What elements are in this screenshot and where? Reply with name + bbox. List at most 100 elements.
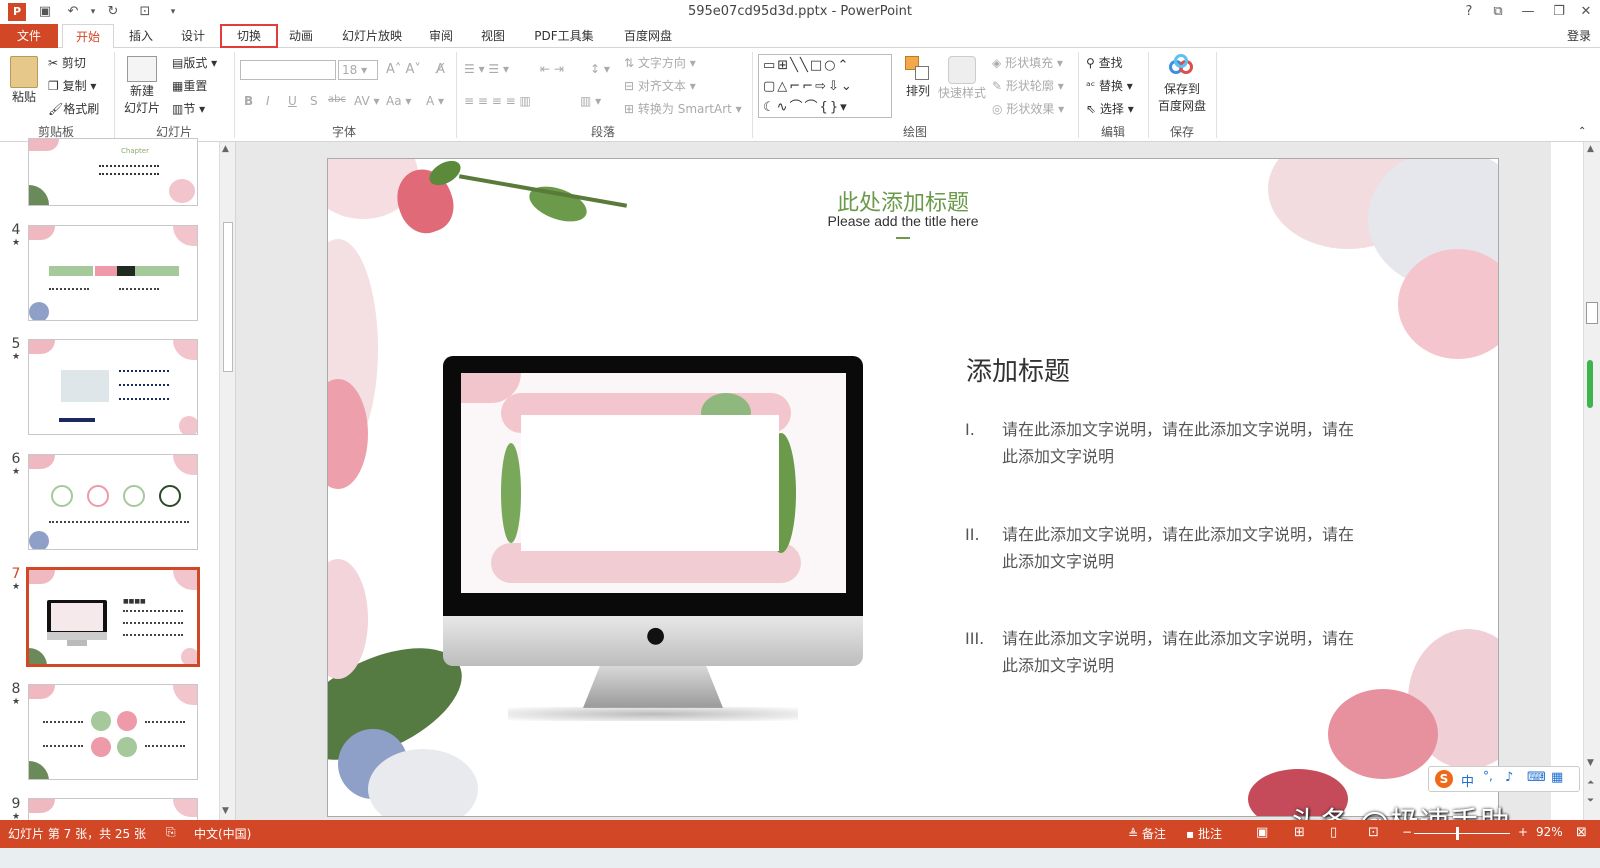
punctuation-icon[interactable]: °, bbox=[1483, 769, 1493, 783]
notes-button[interactable]: ≜ 备注 bbox=[1128, 825, 1166, 842]
spelling-icon[interactable]: ⎘ bbox=[166, 825, 176, 840]
select-button[interactable]: ⇖ 选择 ▾ bbox=[1086, 100, 1134, 117]
login-link[interactable]: 登录 bbox=[1560, 24, 1598, 48]
slide-title-en[interactable]: Please add the title here bbox=[328, 213, 1478, 229]
clear-format-icon[interactable]: A̸ bbox=[436, 62, 445, 77]
reset-button[interactable]: ▦重置 bbox=[172, 77, 207, 94]
tab-slideshow[interactable]: 幻灯片放映 bbox=[332, 24, 412, 48]
columns-icon[interactable]: ▥ ▾ bbox=[580, 94, 601, 108]
keyboard-icon[interactable]: ⌨ bbox=[1527, 770, 1546, 785]
font-name-select[interactable] bbox=[240, 60, 336, 80]
list-item[interactable]: 请在此添加文字说明，请在此添加文字说明，请在 此添加文字说明 bbox=[1002, 416, 1382, 470]
grow-font-icon[interactable]: A˄ A˅ bbox=[386, 62, 421, 77]
slide-sorter-icon[interactable]: ⊞ bbox=[1294, 825, 1305, 840]
shadow-button[interactable]: S bbox=[310, 94, 318, 108]
thumbnail-scrollbar[interactable]: ▲ ▼ bbox=[219, 142, 235, 820]
shape-outline-button[interactable]: ✎ 形状轮廓 ▾ bbox=[992, 77, 1064, 94]
ime-toolbar[interactable]: S 中 °, ♪ ⌨ ▦ bbox=[1428, 766, 1580, 792]
char-spacing-icon[interactable]: AV ▾ bbox=[354, 94, 380, 108]
italic-button[interactable]: I bbox=[266, 94, 270, 108]
copy-button[interactable]: ❐ 复制 ▾ bbox=[48, 77, 96, 94]
bold-button[interactable]: B bbox=[244, 94, 253, 108]
language-indicator[interactable]: 中文(中国) bbox=[194, 825, 251, 842]
zoom-level[interactable]: 92% bbox=[1536, 825, 1563, 839]
tab-review[interactable]: 审阅 bbox=[418, 24, 464, 48]
paste-button[interactable]: 粘贴 bbox=[6, 56, 42, 105]
find-button[interactable]: ⚲ 查找 bbox=[1086, 54, 1123, 71]
text-direction-button[interactable]: ⇅ 文字方向 ▾ bbox=[624, 54, 696, 71]
smartart-button[interactable]: ⊞ 转换为 SmartArt ▾ bbox=[624, 100, 742, 117]
arrange-button[interactable]: 排列 bbox=[900, 56, 936, 99]
tab-transitions[interactable]: 切换 bbox=[220, 24, 278, 48]
shape-fill-button[interactable]: ◈ 形状填充 ▾ bbox=[992, 54, 1063, 71]
indent-icon[interactable]: ⇤ ⇥ bbox=[540, 62, 564, 76]
bullets-icon[interactable]: ☰ ▾ ☰ ▾ bbox=[464, 62, 509, 76]
slide-thumbnail[interactable] bbox=[28, 684, 198, 780]
content-heading[interactable]: 添加标题 bbox=[966, 351, 1070, 388]
restore-icon[interactable]: ❐ bbox=[1545, 2, 1573, 22]
slide-canvas[interactable]: 此处添加标题 Please add the title here ● 添加标题 … bbox=[327, 158, 1499, 817]
slide-thumbnail[interactable] bbox=[28, 339, 198, 435]
fit-to-window-icon[interactable]: ⊠ bbox=[1576, 825, 1587, 840]
underline-button[interactable]: U bbox=[288, 94, 297, 108]
shapes-gallery[interactable]: ▭⊞╲╲□○⌃ ▢△⌐⌐⇨⇩⌄ ☾∿⌒⌒{}▾ bbox=[758, 54, 892, 118]
change-case-icon[interactable]: Aa ▾ bbox=[386, 94, 411, 108]
layout-button[interactable]: ▤版式 ▾ bbox=[172, 54, 217, 71]
font-color-icon[interactable]: A ▾ bbox=[426, 94, 444, 108]
tab-insert[interactable]: 插入 bbox=[118, 24, 164, 48]
slideshow-view-icon[interactable]: ⊡ bbox=[1368, 825, 1379, 840]
section-button[interactable]: ▥节 ▾ bbox=[172, 100, 205, 117]
scroll-down-icon[interactable]: ▼ bbox=[222, 806, 229, 816]
normal-view-icon[interactable]: ▣ bbox=[1256, 825, 1268, 840]
slide-thumbnail-selected[interactable]: ■■■■ bbox=[26, 567, 200, 667]
align-icons[interactable]: ≡ ≡ ≡ ≡ ▥ bbox=[464, 94, 531, 108]
editor-scrollbar[interactable]: ▲ ▼ ⏶ ⏷ bbox=[1583, 142, 1600, 820]
scrollbar-thumb[interactable] bbox=[223, 222, 233, 372]
zoom-in-icon[interactable]: + bbox=[1518, 825, 1528, 839]
align-text-button[interactable]: ⊟ 对齐文本 ▾ bbox=[624, 77, 696, 94]
tab-animations[interactable]: 动画 bbox=[278, 24, 324, 48]
tab-pdf-tools[interactable]: PDF工具集 bbox=[524, 24, 604, 48]
tab-design[interactable]: 设计 bbox=[170, 24, 216, 48]
replace-button[interactable]: ᵃᶜ 替换 ▾ bbox=[1086, 77, 1133, 94]
slide-thumbnail[interactable]: Chapter bbox=[28, 138, 198, 206]
tab-baidu-netdisk[interactable]: 百度网盘 bbox=[610, 24, 686, 48]
strikethrough-button[interactable]: abc bbox=[328, 94, 346, 105]
scrollbar-thumb[interactable] bbox=[1586, 302, 1598, 324]
microphone-icon[interactable]: ♪ bbox=[1505, 770, 1513, 785]
list-item[interactable]: 请在此添加文字说明，请在此添加文字说明，请在 此添加文字说明 bbox=[1002, 625, 1382, 679]
shape-effects-button[interactable]: ◎ 形状效果 ▾ bbox=[992, 100, 1064, 117]
close-icon[interactable]: ✕ bbox=[1572, 2, 1600, 22]
help-button[interactable]: ? bbox=[1455, 2, 1483, 22]
collapse-ribbon-icon[interactable]: ⌃ bbox=[1578, 126, 1586, 137]
quick-styles-button[interactable]: 快速样式 bbox=[938, 56, 986, 101]
ime-mode-label[interactable]: 中 bbox=[1461, 771, 1474, 790]
scroll-up-icon[interactable]: ▲ bbox=[222, 144, 229, 154]
slide-thumbnail[interactable] bbox=[28, 454, 198, 550]
ribbon-display-options-icon[interactable]: ⧉ bbox=[1484, 2, 1512, 22]
previous-slide-icon[interactable]: ⏶ bbox=[1587, 778, 1594, 788]
zoom-slider-track[interactable] bbox=[1414, 833, 1510, 834]
tab-view[interactable]: 视图 bbox=[470, 24, 516, 48]
zoom-slider-thumb[interactable] bbox=[1456, 827, 1459, 840]
menu-grid-icon[interactable]: ▦ bbox=[1551, 770, 1563, 785]
reading-view-icon[interactable]: ▯ bbox=[1330, 825, 1337, 840]
new-slide-button[interactable]: 新建 幻灯片 bbox=[120, 56, 164, 116]
comments-button[interactable]: ▪ 批注 bbox=[1186, 825, 1222, 842]
scroll-up-icon[interactable]: ▲ bbox=[1587, 144, 1594, 154]
zoom-out-icon[interactable]: − bbox=[1402, 825, 1412, 839]
list-item[interactable]: 请在此添加文字说明，请在此添加文字说明，请在 此添加文字说明 bbox=[1002, 521, 1382, 575]
minimize-icon[interactable]: — bbox=[1514, 2, 1542, 22]
font-size-select[interactable]: 18 ▾ bbox=[338, 60, 378, 80]
slide-thumbnail[interactable] bbox=[28, 225, 198, 321]
scroll-down-icon[interactable]: ▼ bbox=[1587, 758, 1594, 768]
slide-thumbnail[interactable] bbox=[28, 798, 198, 820]
tab-home[interactable]: 开始 bbox=[62, 24, 114, 49]
save-to-baidu-button[interactable]: 保存到 百度网盘 bbox=[1152, 54, 1212, 114]
line-spacing-icon[interactable]: ↕ ▾ bbox=[590, 62, 610, 76]
format-painter-button[interactable]: 🖌格式刷 bbox=[48, 100, 99, 117]
tab-file[interactable]: 文件 bbox=[0, 24, 58, 48]
cut-button[interactable]: ✂ 剪切 bbox=[48, 54, 86, 71]
next-slide-icon[interactable]: ⏷ bbox=[1587, 796, 1594, 806]
layout-icon: ▤ bbox=[172, 56, 184, 70]
